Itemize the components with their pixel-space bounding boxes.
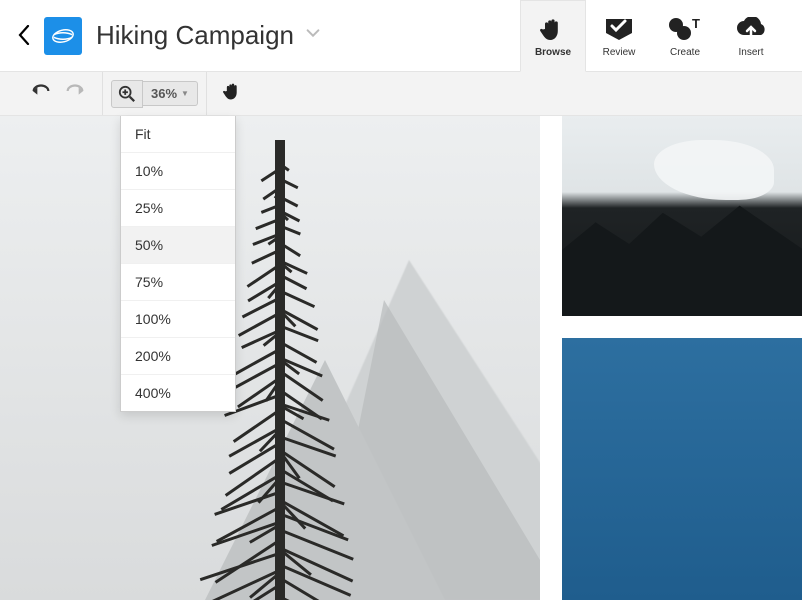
app-header: Hiking Campaign Browse Review T Create: [0, 0, 802, 72]
thumbnail-column: [562, 116, 802, 600]
page-title: Hiking Campaign: [96, 20, 294, 51]
nav-tab-create[interactable]: T Create: [652, 0, 718, 71]
nav-tab-label: Review: [603, 47, 636, 58]
zoom-option-100[interactable]: 100%: [121, 301, 235, 338]
zoom-option-200[interactable]: 200%: [121, 338, 235, 375]
nav-tab-label: Insert: [738, 47, 763, 58]
main-image[interactable]: [0, 116, 540, 600]
check-badge-icon: [604, 15, 634, 43]
zoom-level-dropdown[interactable]: 36% ▼: [143, 81, 198, 106]
svg-text:T: T: [692, 17, 700, 31]
nav-tab-label: Browse: [535, 47, 571, 58]
nav-tab-label: Create: [670, 47, 700, 58]
hand-icon: [540, 15, 566, 43]
nav-tab-browse[interactable]: Browse: [520, 0, 586, 72]
zoom-dropdown-menu: Fit 10% 25% 50% 75% 100% 200% 400%: [120, 116, 236, 412]
zoom-option-fit[interactable]: Fit: [121, 116, 235, 153]
thumbnail-image-1[interactable]: [562, 116, 802, 316]
title-dropdown[interactable]: [304, 24, 322, 47]
nav-tab-insert[interactable]: Insert: [718, 0, 784, 71]
zoom-option-10[interactable]: 10%: [121, 153, 235, 190]
undo-button[interactable]: [24, 79, 58, 108]
thumbnail-image-2[interactable]: [562, 338, 802, 600]
redo-button[interactable]: [58, 79, 92, 108]
zoom-option-75[interactable]: 75%: [121, 264, 235, 301]
zoom-option-400[interactable]: 400%: [121, 375, 235, 411]
toolbar: 36% ▼: [0, 72, 802, 116]
zoom-level-value: 36%: [151, 86, 177, 101]
create-text-icon: T: [668, 15, 702, 43]
chevron-down-icon: ▼: [181, 89, 189, 98]
nav-tab-review[interactable]: Review: [586, 0, 652, 71]
nav-tabs: Browse Review T Create Insert: [520, 0, 784, 71]
zoom-in-button[interactable]: [111, 80, 143, 108]
app-logo: [44, 17, 82, 55]
zoom-option-50[interactable]: 50%: [121, 227, 235, 264]
pan-tool-button[interactable]: [207, 80, 259, 107]
back-button[interactable]: [18, 22, 44, 50]
zoom-option-25[interactable]: 25%: [121, 190, 235, 227]
cloud-upload-icon: [734, 15, 768, 43]
